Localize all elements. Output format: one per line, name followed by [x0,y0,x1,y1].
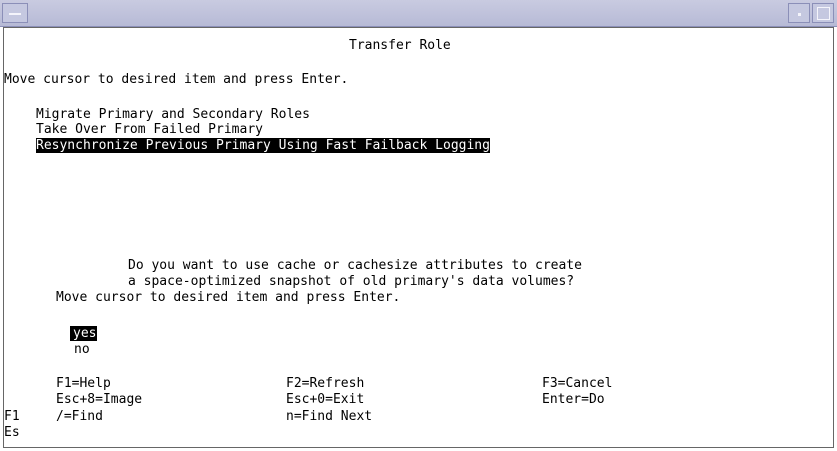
minimize-icon [798,13,801,16]
dialog-instruction: Move cursor to desired item and press En… [56,290,401,305]
maximize-button[interactable] [812,3,834,23]
dialog-question-line1: Do you want to use cache or cachesize at… [128,258,582,273]
background-key-es: Es [4,425,20,440]
key-find-next[interactable]: n=Find Next [286,409,372,424]
window-menu-icon [9,13,21,15]
key-exit[interactable]: Esc+0=Exit [286,392,364,407]
menu-item-migrate[interactable]: Migrate Primary and Secondary Roles [36,107,310,122]
key-image[interactable]: Esc+8=Image [56,392,142,407]
menu-item-take-over[interactable]: Take Over From Failed Primary [36,122,263,137]
window-menu-button[interactable] [2,3,28,23]
menu-item-resynchronize[interactable]: Resynchronize Previous Primary Using Fas… [36,138,490,153]
key-help[interactable]: F1=Help [56,376,111,391]
terminal-screen: Transfer Role Move cursor to desired ite… [3,27,834,448]
key-find[interactable]: /=Find [56,409,103,424]
maximize-icon [817,7,830,20]
key-cancel[interactable]: F3=Cancel [542,376,612,391]
screen-title: Transfer Role [349,38,451,53]
option-no[interactable]: no [74,342,90,357]
option-yes[interactable]: yes [70,326,98,341]
screen-instruction: Move cursor to desired item and press En… [4,72,349,87]
dialog-question-line2: a space-optimized snapshot of old primar… [128,274,575,289]
title-bar [0,0,837,27]
minimize-button[interactable] [788,3,810,23]
key-do[interactable]: Enter=Do [542,392,605,407]
key-refresh[interactable]: F2=Refresh [286,376,364,391]
background-key-f1: F1 [4,409,20,424]
